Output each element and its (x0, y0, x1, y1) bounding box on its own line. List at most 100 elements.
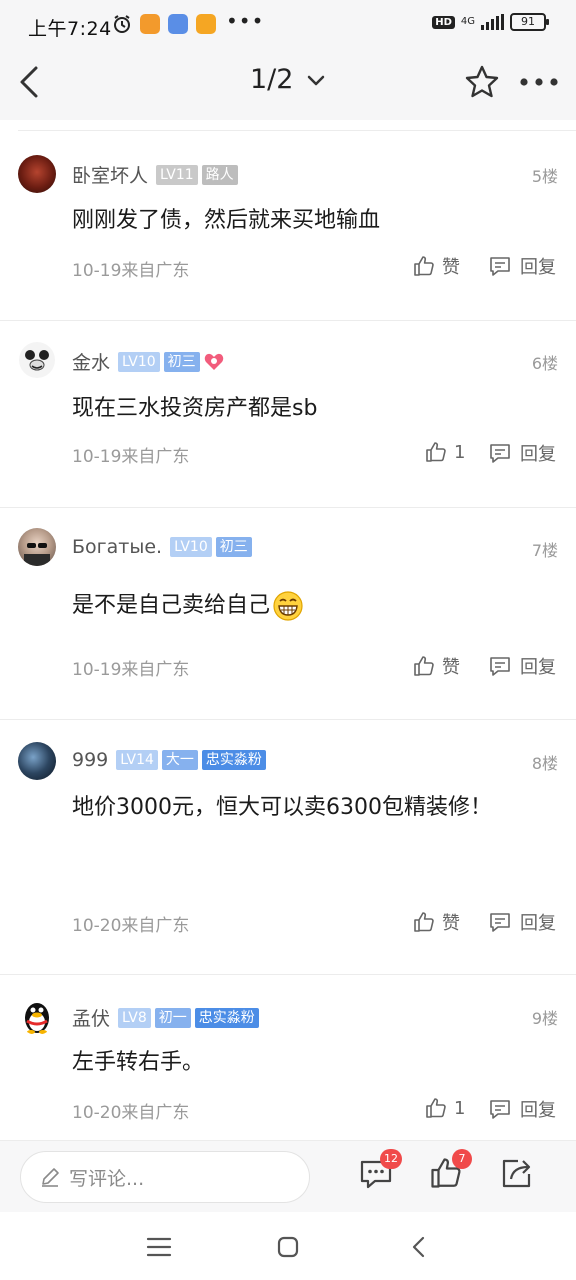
star-icon[interactable] (464, 64, 500, 100)
system-nav-bar (0, 1212, 576, 1280)
comment-meta: 10-19来自广东 (72, 660, 190, 680)
share-button[interactable] (498, 1155, 538, 1195)
app-notification-icon (168, 14, 188, 34)
like-button[interactable]: 赞 (412, 653, 460, 679)
like-count: 1 (454, 1097, 466, 1119)
app-notification-icon (196, 14, 216, 34)
comment-text[interactable]: 左手转右手。 (72, 1043, 512, 1083)
level-badge: LV10 (170, 537, 212, 557)
thumbs-up-icon (414, 656, 434, 676)
rank-tag: 初一 (154, 1007, 191, 1028)
fan-tag: 忠实淼粉 (201, 750, 266, 770)
like-count: 1 (454, 441, 466, 463)
rank-tag: 初三 (215, 537, 252, 557)
like-post-button[interactable]: 7 (428, 1149, 472, 1195)
comment-text[interactable]: 地价3000元，恒大可以卖6300包精装修！ (72, 788, 512, 828)
battery-level: 91 (521, 15, 535, 28)
status-bar: 上午7:24 ••• HD 4G 91 (0, 0, 576, 44)
more-icon[interactable] (518, 76, 560, 88)
top-bar: 1/2 (0, 44, 576, 120)
comment-meta: 10-19来自广东 (72, 261, 190, 281)
like-button[interactable]: 1 (424, 1096, 465, 1120)
reply-icon (490, 657, 510, 676)
rank-tag: 大一 (161, 750, 198, 770)
avatar[interactable] (18, 742, 56, 780)
thumbs-up-icon (414, 256, 434, 276)
user-info: 金水 LV10 初三 (72, 348, 224, 375)
reply-label: 回复 (520, 257, 556, 278)
penguin-avatar (25, 1003, 49, 1034)
like-count-badge: 7 (452, 1149, 472, 1169)
comment-text-row[interactable]: 是不是自己卖给自己 (72, 586, 512, 626)
floor-number: 6楼 (531, 354, 558, 373)
comment-text[interactable]: 刚刚发了债，然后就来买地输血 (72, 201, 512, 241)
username[interactable]: 卧室坏人 (72, 161, 148, 188)
comment-count-badge: 12 (380, 1149, 402, 1169)
back-nav-icon[interactable] (404, 1232, 434, 1262)
comment-meta: 10-19来自广东 (72, 447, 190, 467)
user-info: 孟伏 LV8 初一 忠实淼粉 (72, 1004, 259, 1031)
fan-tag: 忠实淼粉 (194, 1007, 259, 1028)
like-button[interactable]: 赞 (412, 253, 460, 279)
battery-icon: 91 (510, 13, 549, 31)
avatar[interactable] (18, 528, 56, 566)
floor-number: 5楼 (531, 167, 558, 186)
rank-tag: 路人 (201, 164, 238, 185)
reply-button[interactable]: 回复 (488, 1096, 556, 1122)
pencil-icon (42, 1168, 59, 1187)
comment-item: Богатые. LV10 初三 7楼 是不是自己卖给自己 10-19来自广东 … (0, 508, 576, 720)
like-count: 赞 (442, 657, 460, 678)
username[interactable]: 999 (72, 749, 108, 771)
reply-label: 回复 (520, 913, 556, 934)
level-badge: LV10 (118, 351, 160, 372)
home-icon[interactable] (273, 1232, 303, 1262)
sunglasses-avatar (24, 543, 50, 566)
username[interactable]: 孟伏 (72, 1004, 110, 1031)
avatar[interactable] (18, 155, 56, 193)
hd-badge: HD (432, 15, 455, 29)
more-notifications-icon: ••• (226, 9, 265, 33)
menu-icon[interactable] (144, 1232, 174, 1262)
reply-label: 回复 (520, 444, 556, 465)
panda-meme-avatar (19, 342, 55, 378)
level-badge: LV14 (116, 750, 158, 770)
like-button[interactable]: 1 (424, 440, 465, 464)
floor-number: 9楼 (531, 1009, 558, 1028)
comment-text: 是不是自己卖给自己 (72, 593, 271, 618)
reply-button[interactable]: 回复 (488, 909, 556, 935)
comment-item: 金水 LV10 初三 6楼 现在三水投资房产都是sb 10-19来自广东 1 回… (0, 321, 576, 508)
thumbs-up-icon (426, 442, 446, 462)
status-time: 上午7:24 (28, 18, 112, 40)
reply-icon (490, 257, 510, 276)
level-badge: LV11 (156, 164, 198, 185)
thumbs-up-icon (414, 912, 434, 932)
grin-emoji-icon (273, 591, 303, 621)
floor-number: 8楼 (531, 754, 558, 773)
comment-text[interactable]: 现在三水投资房产都是sb (72, 389, 512, 429)
avatar[interactable] (18, 997, 56, 1035)
status-app-icons (112, 14, 216, 34)
comment-input[interactable]: 写评论... (20, 1151, 310, 1203)
comments-button[interactable]: 12 (358, 1149, 402, 1195)
share-icon (502, 1159, 531, 1188)
signal-icon (481, 14, 504, 30)
comment-item: 孟伏 LV8 初一 忠实淼粉 9楼 左手转右手。 10-20来自广东 1 回复 (0, 975, 576, 1140)
username[interactable]: 金水 (72, 348, 110, 375)
level-badge: LV8 (118, 1007, 151, 1028)
reply-button[interactable]: 回复 (488, 653, 556, 679)
comment-item: 999 LV14 大一 忠实淼粉 8楼 地价3000元，恒大可以卖6300包精装… (0, 720, 576, 975)
user-info: 999 LV14 大一 忠实淼粉 (72, 749, 266, 771)
reply-icon (490, 1100, 510, 1119)
reply-button[interactable]: 回复 (488, 253, 556, 279)
like-button[interactable]: 赞 (412, 909, 460, 935)
reply-button[interactable]: 回复 (488, 440, 556, 466)
username[interactable]: Богатые. (72, 536, 162, 558)
user-info: Богатые. LV10 初三 (72, 536, 252, 558)
reply-label: 回复 (520, 1100, 556, 1121)
like-count: 赞 (442, 257, 460, 278)
reply-icon (490, 913, 510, 932)
avatar[interactable] (18, 341, 56, 379)
comment-meta: 10-20来自广东 (72, 916, 190, 936)
comment-item: 卧室坏人 LV11 路人 5楼 刚刚发了债，然后就来买地输血 10-19来自广东… (0, 131, 576, 321)
network-type: 4G (460, 16, 475, 27)
